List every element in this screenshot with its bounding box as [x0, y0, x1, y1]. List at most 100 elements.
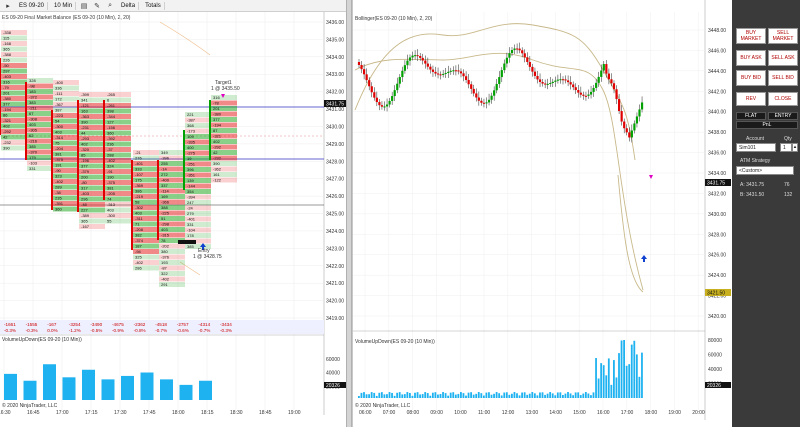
footprint-cell-value: 291	[161, 282, 168, 287]
footprint-cell-value: 360	[55, 207, 62, 212]
candle-body	[546, 83, 549, 85]
right-volume-bar	[518, 395, 521, 398]
footprint-body-bar	[103, 100, 105, 200]
flat-status: FLAT	[736, 112, 766, 120]
candle-body	[452, 70, 455, 72]
footprint-cell-value: -48	[81, 202, 88, 207]
footprint-cell-value: 403	[107, 208, 114, 213]
footprint-chart-canvas[interactable]: 3436.00 3435.00 3434.00 3433.00 3432.00 3431.…	[0, 0, 346, 427]
candle-body	[378, 102, 381, 106]
footprint-cell-value: -402	[107, 158, 116, 163]
right-current-tag: 3431.75	[707, 181, 725, 187]
footprint-cell-value: -369	[135, 183, 144, 188]
right-volume-bar	[595, 358, 597, 398]
quantity-stepper[interactable]: ▴	[792, 143, 798, 152]
footprint-cell-value: -298	[161, 222, 170, 227]
right-volume-bar	[592, 392, 595, 398]
right-volume-bar	[541, 392, 544, 398]
quantity-input[interactable]: 1	[780, 143, 792, 152]
footprint-cell-value: -80	[81, 180, 88, 185]
delta-value: -4675	[112, 322, 124, 327]
candle-body	[618, 99, 621, 112]
buy-bid-button[interactable]: BUY BID	[736, 70, 766, 86]
right-time-tick: 07:00	[383, 410, 396, 416]
footprint-cell-value: -335	[187, 140, 196, 145]
sell-bid-button[interactable]: SELL BID	[768, 70, 798, 86]
footprint-cell-value: 58	[135, 200, 140, 205]
candle-body	[612, 83, 616, 90]
right-volume-bar	[398, 392, 401, 398]
candle-body	[393, 90, 396, 97]
left-time-tick: 17:30	[114, 410, 127, 416]
right-volume-bar	[429, 395, 432, 398]
footprint-cell-value: 390	[213, 161, 220, 166]
footprint-chart-pane[interactable]: ▸ ES 09-20 10 Min ▤ ✎ ⌕ Delta Totals ES …	[0, 0, 346, 427]
candle-body	[396, 83, 399, 91]
right-volume-bar	[521, 392, 523, 398]
delta-value: -3434	[220, 322, 232, 327]
footprint-cell-value: -103	[29, 161, 38, 166]
footprint-cell-value: -211	[29, 106, 37, 111]
footprint-cell-value: -351	[187, 173, 196, 178]
right-volume-bar	[556, 392, 559, 398]
delta-value: -1661	[4, 322, 16, 327]
footprint-cell-value: 286	[135, 266, 142, 271]
buy-ask-button[interactable]: BUY ASK	[736, 50, 766, 66]
right-volume-bar	[633, 340, 636, 398]
footprint-cell-value: -196	[81, 158, 90, 163]
right-volume-bar	[460, 392, 462, 398]
sell-market-button[interactable]: SELL MARKET	[768, 28, 798, 44]
right-time-tick: 18:00	[645, 410, 658, 416]
footprint-cell-value: -219	[135, 194, 144, 199]
bid-size: 132	[784, 192, 793, 198]
right-volume-bar	[467, 392, 470, 398]
right-volume-bar	[605, 375, 608, 398]
right-volume-bar	[360, 392, 363, 398]
footprint-cell-value: -156	[107, 125, 116, 130]
candle-body	[536, 75, 539, 80]
buy-market-button[interactable]: BUY MARKET	[736, 28, 766, 44]
right-volume-bar	[523, 392, 526, 398]
left-time-tick: 18:45	[259, 410, 272, 416]
delta-value: -3490	[90, 322, 102, 327]
footprint-cell-value: -363	[81, 114, 90, 119]
footprint-cell-value: -104	[187, 228, 196, 233]
account-select[interactable]: Sim101	[736, 143, 776, 152]
right-volume-bar	[546, 393, 549, 398]
sell-ask-button[interactable]: SELL ASK	[768, 50, 798, 66]
right-price-tick: 3444.00	[708, 69, 726, 75]
candle-body	[592, 87, 595, 92]
right-volume-tick: 40000	[708, 367, 722, 373]
candle-body	[429, 66, 432, 70]
candlestick-chart-canvas[interactable]: 3448.00 3446.00 3444.00 3442.00 3440.00 3438.…	[353, 0, 732, 427]
footprint-cell-value: 377	[81, 164, 88, 169]
reverse-button[interactable]: REV	[736, 92, 766, 106]
footprint-cell-value: 74	[107, 197, 112, 202]
candle-body	[584, 95, 588, 97]
candlestick-chart-pane[interactable]: 3448.00 3446.00 3444.00 3442.00 3440.00 3438.…	[352, 0, 732, 427]
footprint-cell-value: 115	[3, 36, 10, 41]
right-time-tick: 10:00	[454, 410, 467, 416]
right-price-tick: 3436.00	[708, 151, 726, 157]
footprint-cell-value: 341	[81, 98, 88, 103]
footprint-cell-value: -362	[213, 167, 222, 172]
trend-line	[159, 21, 211, 56]
left-price-tick: 3427.00	[326, 177, 344, 183]
right-volume-bar	[477, 392, 480, 398]
candle-body	[628, 132, 631, 138]
footprint-cell-value: -388	[3, 52, 12, 57]
candle-body	[380, 105, 384, 107]
current-price-tag: 3431.75	[326, 102, 344, 108]
atm-strategy-select[interactable]: <Custom>	[736, 166, 794, 175]
right-volume-bar	[597, 378, 600, 398]
candle-body	[587, 94, 590, 96]
close-button[interactable]: CLOSE	[768, 92, 798, 106]
candle-body	[533, 71, 537, 76]
footprint-cell-value: -344	[107, 114, 116, 119]
footprint-cell-value: 19	[187, 156, 192, 161]
candle-body	[363, 69, 366, 75]
footprint-cell-value: 400	[187, 145, 194, 150]
footprint-cell-value: -372	[29, 95, 38, 100]
footprint-cell-value: 297	[3, 69, 10, 74]
footprint-cell-value: 386	[135, 189, 142, 194]
